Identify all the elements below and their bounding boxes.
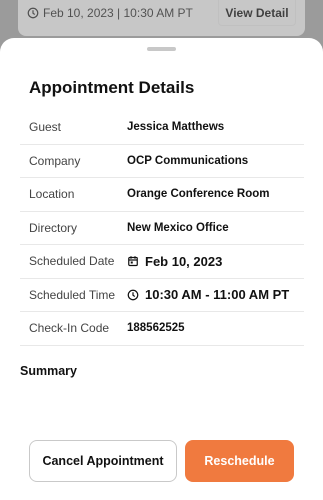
detail-label: Directory — [29, 220, 78, 235]
detail-row-location: Location Orange Conference Room — [20, 178, 304, 212]
detail-label: Guest — [29, 120, 62, 135]
clock-icon — [127, 289, 139, 301]
cancel-appointment-button[interactable]: Cancel Appointment — [29, 440, 177, 482]
view-detail-button[interactable]: View Detail — [218, 0, 296, 26]
detail-label: Scheduled Date — [29, 254, 115, 269]
detail-value: OCP Communications — [127, 155, 248, 167]
scheduled-time: 10:30 AM - 11:00 AM PT — [145, 287, 290, 303]
background-datetime: Feb 10, 2023 | 10:30 AM PT — [27, 6, 193, 20]
detail-row-directory: Directory New Mexico Office — [20, 212, 304, 245]
detail-value: Orange Conference Room — [127, 188, 270, 200]
location-name: Orange Conference Room — [127, 188, 270, 201]
sheet-title: Appointment Details — [29, 78, 195, 97]
reschedule-button[interactable]: Reschedule — [185, 440, 294, 482]
detail-row-guest: Guest Jessica Matthews — [20, 111, 304, 145]
directory-name: New Mexico Office — [127, 221, 229, 234]
detail-label: Location — [29, 187, 75, 202]
detail-value: Jessica Matthews — [127, 121, 224, 133]
summary-heading: Summary — [20, 364, 77, 378]
detail-label: Company — [29, 153, 81, 168]
appointment-details-sheet: Appointment Details Guest Jessica Matthe… — [0, 38, 323, 500]
guest-name: Jessica Matthews — [127, 121, 225, 134]
background-datetime-text: Feb 10, 2023 | 10:30 AM PT — [43, 6, 193, 20]
sheet-grabber[interactable] — [147, 47, 176, 51]
company-name: OCP Communications — [127, 154, 249, 167]
detail-value: 188562525 — [127, 322, 185, 334]
detail-label: Scheduled Time — [29, 287, 116, 302]
clock-icon — [27, 7, 39, 19]
details-list: Guest Jessica Matthews Company OCP Commu… — [20, 111, 304, 346]
detail-row-scheduled-time: Scheduled Time 10:30 AM - 11:00 AM PT — [20, 279, 304, 312]
detail-label: Check-In Code — [29, 321, 110, 336]
calendar-icon — [127, 255, 139, 267]
detail-value: Feb 10, 2023 — [127, 254, 222, 269]
detail-value: 10:30 AM - 11:00 AM PT — [127, 287, 289, 302]
detail-row-company: Company OCP Communications — [20, 145, 304, 178]
detail-row-check-in-code: Check-In Code 188562525 — [20, 312, 304, 346]
detail-row-scheduled-date: Scheduled Date Feb 10, 2023 — [20, 245, 304, 279]
check-in-code: 188562525 — [127, 322, 185, 335]
scheduled-date: Feb 10, 2023 — [145, 253, 223, 269]
detail-value: New Mexico Office — [127, 222, 229, 234]
